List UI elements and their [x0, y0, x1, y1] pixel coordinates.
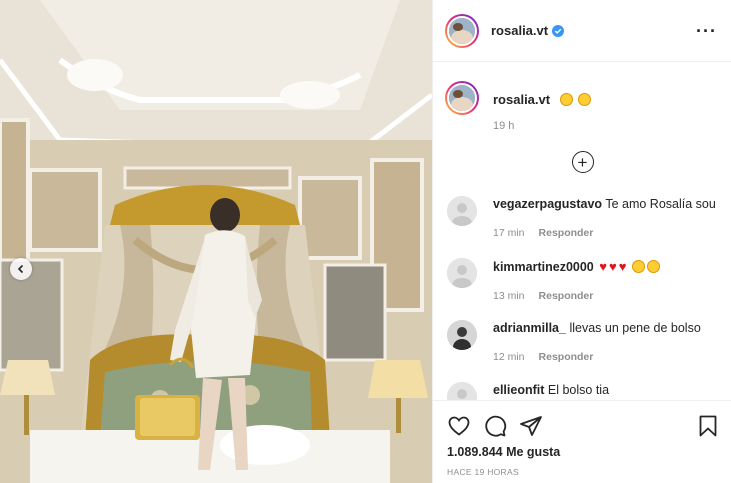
- commenter-avatar[interactable]: [447, 258, 477, 288]
- commenter-avatar[interactable]: [447, 196, 477, 226]
- add-circle-icon[interactable]: +: [571, 151, 594, 173]
- room-photo-illustration: [0, 0, 432, 483]
- post-photo[interactable]: [0, 0, 432, 483]
- bookmark-icon[interactable]: [696, 414, 720, 438]
- comment-username[interactable]: adrianmilla_: [493, 321, 566, 335]
- reply-button[interactable]: Responder: [539, 290, 594, 302]
- post-header: rosalia.vt ···: [433, 0, 731, 62]
- comment-item: kimmartinez0000 ♥ ♥ ♥ 13 min Responder: [433, 258, 731, 320]
- author-avatar[interactable]: [445, 13, 479, 48]
- comment-time: 13 min: [493, 290, 525, 302]
- post-timestamp: HACE 19 HORAS: [447, 467, 519, 477]
- post-side-panel: rosalia.vt ··· rosalia.vt 19 h + vegazer…: [432, 0, 731, 483]
- chevron-left-icon: [17, 264, 24, 274]
- red-heart-emoji-icon: ♥: [618, 259, 627, 274]
- post-actions: 1.089.844 Me gusta HACE 19 HORAS: [433, 400, 731, 483]
- author-username[interactable]: rosalia.vt: [491, 23, 548, 38]
- commenter-avatar[interactable]: [447, 320, 477, 350]
- comment-item: adrianmilla_ llevas un pene de bolso 12 …: [433, 320, 731, 382]
- worried-face-emoji-icon: [559, 93, 573, 106]
- comment-text: El bolso tia: [547, 383, 610, 397]
- share-icon[interactable]: [519, 414, 543, 438]
- comment-item: ellieonfit El bolso tia: [433, 382, 731, 400]
- caption-avatar[interactable]: [445, 81, 479, 115]
- comment-text: Te amo Rosalía sou: [605, 197, 716, 211]
- carousel-prev-button[interactable]: [10, 258, 32, 280]
- comment-text: llevas un pene de bolso: [569, 321, 701, 335]
- caption-timestamp: 19 h: [493, 120, 515, 132]
- red-heart-emoji-icon: ♥: [608, 259, 617, 274]
- comments-list[interactable]: rosalia.vt 19 h + vegazerpagustavo Te am…: [433, 63, 731, 400]
- commenter-avatar[interactable]: [447, 382, 477, 400]
- heart-eyes-emoji-icon: [631, 260, 645, 273]
- comment-username[interactable]: vegazerpagustavo: [493, 197, 602, 211]
- comment-item: vegazerpagustavo Te amo Rosalía sou 17 m…: [433, 196, 731, 258]
- more-options-icon[interactable]: ···: [696, 22, 717, 40]
- zany-face-emoji-icon: [578, 93, 592, 106]
- verified-icon: [552, 24, 565, 37]
- reply-button[interactable]: Responder: [539, 227, 594, 239]
- heart-icon[interactable]: [447, 414, 471, 438]
- comment-time: 12 min: [493, 351, 525, 363]
- comment-icon[interactable]: [483, 414, 507, 438]
- reply-button[interactable]: Responder: [539, 351, 594, 363]
- load-more-comments[interactable]: +: [433, 151, 731, 173]
- comment-time: 17 min: [493, 227, 525, 239]
- comment-username[interactable]: kimmartinez0000: [493, 260, 594, 274]
- red-heart-emoji-icon: ♥: [599, 259, 607, 274]
- heart-eyes-emoji-icon: [646, 260, 660, 273]
- caption-username[interactable]: rosalia.vt: [493, 92, 550, 107]
- caption: rosalia.vt 19 h: [433, 63, 731, 132]
- likes-count[interactable]: 1.089.844 Me gusta: [433, 445, 731, 459]
- comment-username[interactable]: ellieonfit: [493, 383, 544, 397]
